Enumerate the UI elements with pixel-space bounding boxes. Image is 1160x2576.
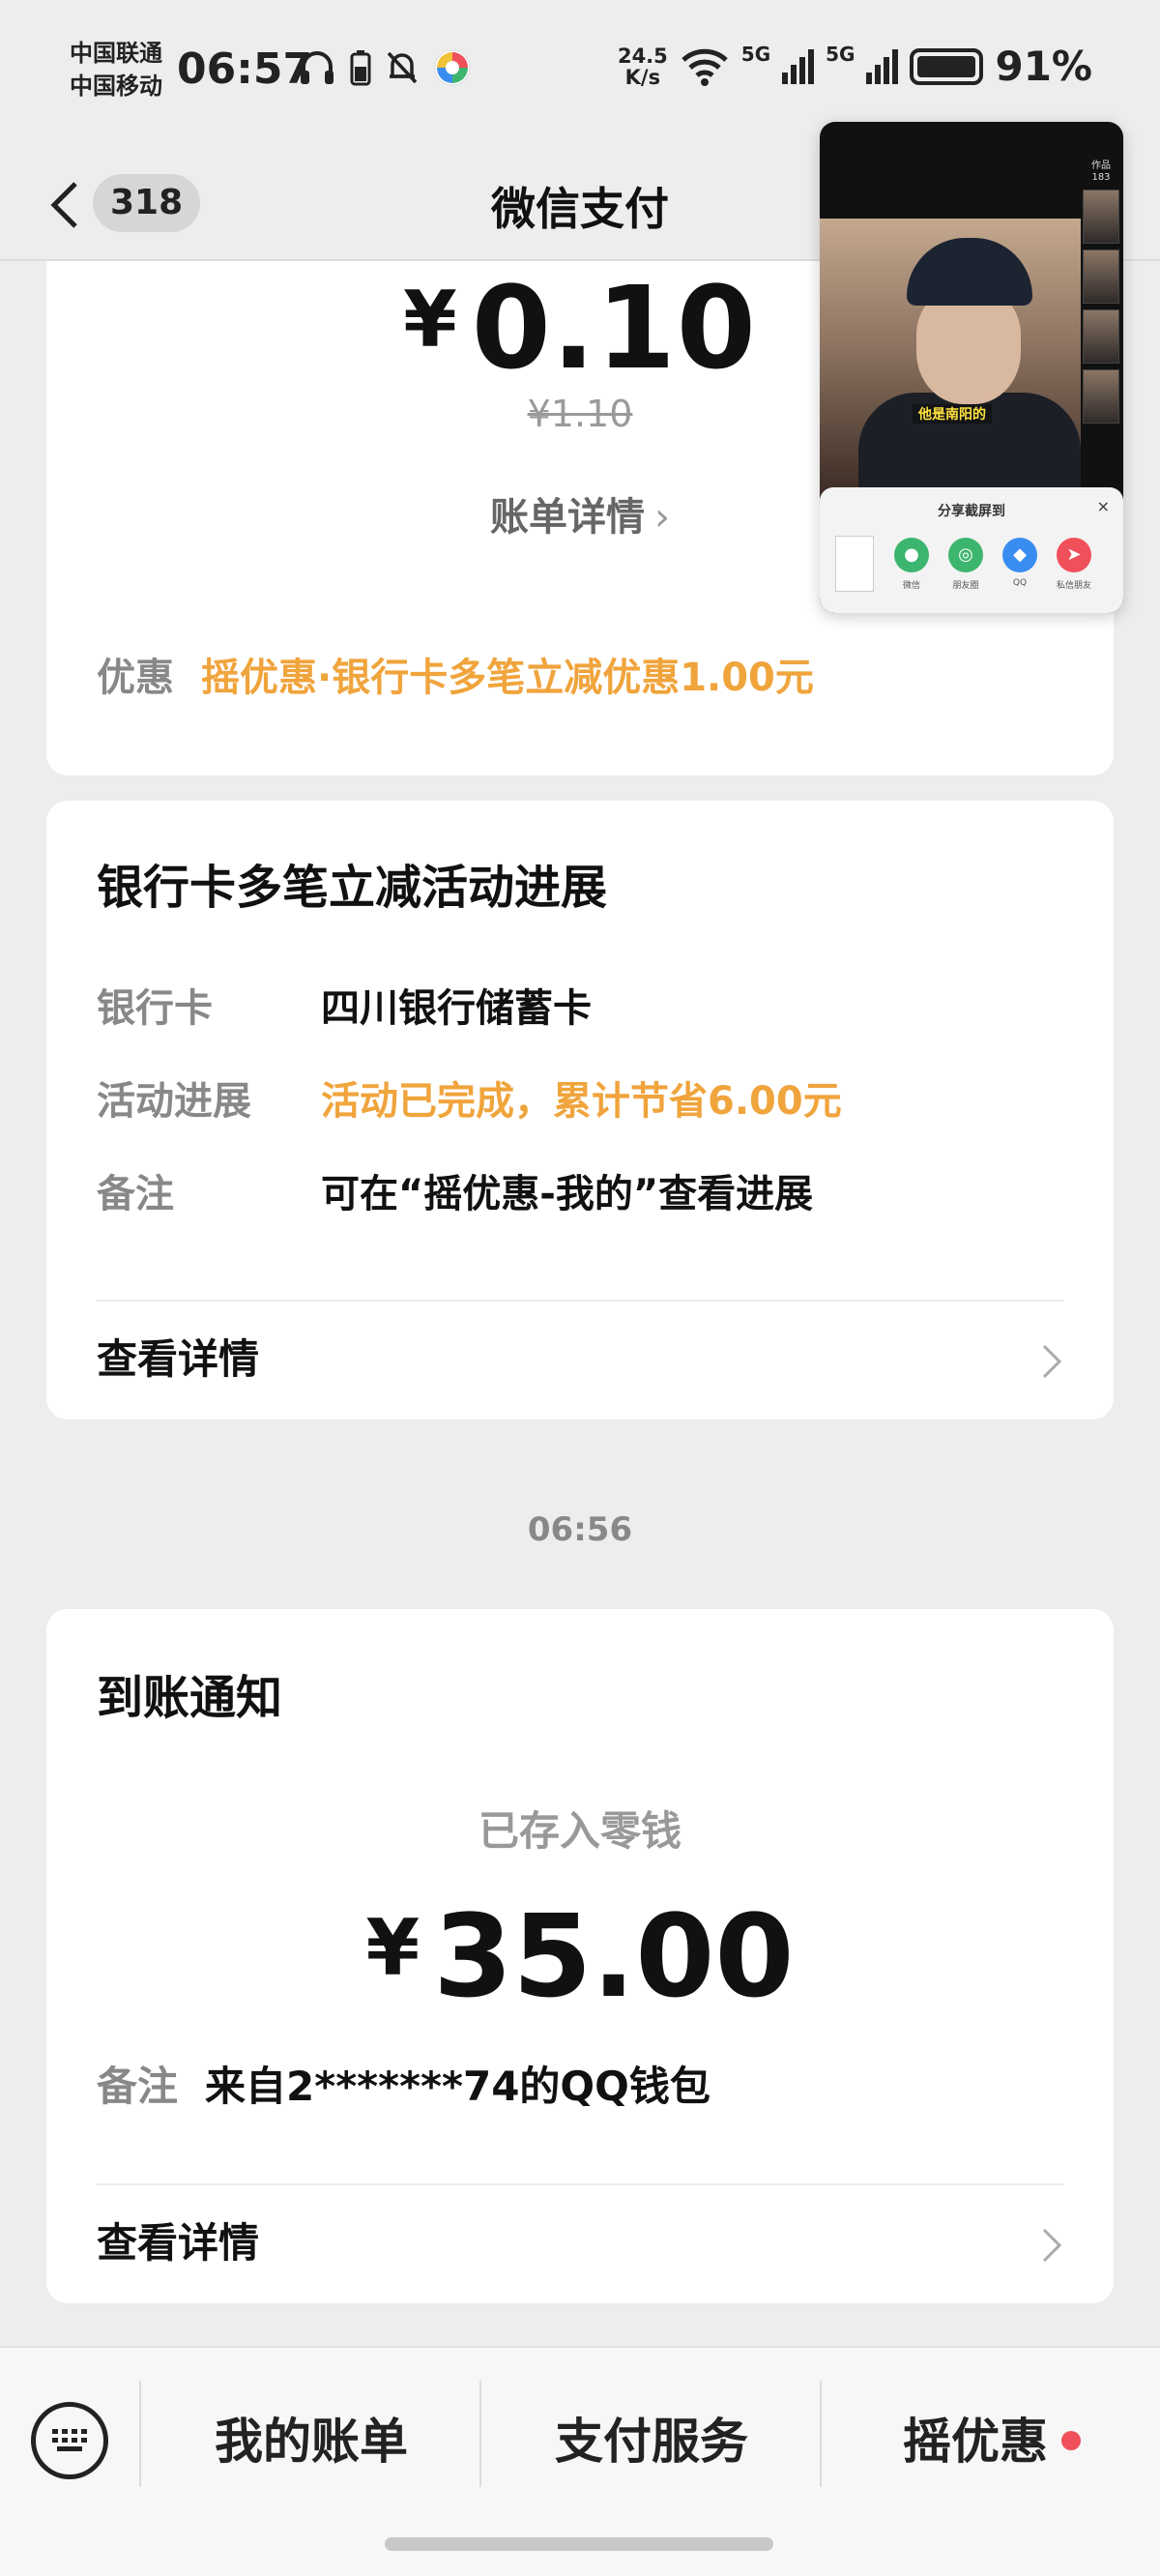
progress-label: 活动进展 [97, 1079, 251, 1124]
network-speed: 24.5 K/s [618, 45, 668, 88]
chevron-right-icon [1042, 1344, 1062, 1379]
view-details-row[interactable]: 查看详情 [97, 1321, 1063, 1398]
share-target-label: 朋友圈 [952, 581, 979, 591]
network-type-1: 5G [740, 43, 771, 66]
floating-video-window[interactable]: 他是南阳的 作品 183 分享截屏到 × ● 微信 ◎ 朋友圈 ◆ QQ ➤ 私… [820, 122, 1123, 613]
notification-dot [1061, 2431, 1081, 2450]
send-icon: ➤ [1057, 538, 1091, 572]
close-icon[interactable]: × [1097, 497, 1110, 515]
video-person-hat [907, 238, 1032, 306]
works-label: 作品 [1091, 161, 1111, 171]
keyboard-toggle-button[interactable] [31, 2402, 108, 2479]
note-row: 备注 来自2*******74的QQ钱包 [97, 2054, 710, 2113]
share-qq-button[interactable]: ◆ QQ [996, 538, 1044, 588]
note-row: 备注 可在“摇优惠-我的”查看进展 [97, 1162, 813, 1218]
view-details-label: 查看详情 [97, 1335, 260, 1383]
works-count: 183 [1091, 172, 1111, 183]
carrier-info: 中国联通 中国移动 [70, 37, 162, 102]
arrival-notice-card: 到账通知 已存入零钱 ¥35.00 备注 来自2*******74的QQ钱包 查看… [46, 1609, 1114, 2303]
video-subtitle: 他是南阳的 [913, 404, 992, 424]
share-screenshot-panel: 分享截屏到 × ● 微信 ◎ 朋友圈 ◆ QQ ➤ 私信朋友 [820, 487, 1123, 613]
deposit-status: 已存入零钱 [478, 1807, 682, 1855]
note-label: 备注 [97, 2063, 179, 2110]
video-person-face [916, 288, 1021, 404]
thumbnail[interactable] [1083, 249, 1119, 304]
menu-payment-services[interactable]: 支付服务 [481, 2398, 822, 2485]
activity-progress-card: 银行卡多笔立减活动进展 银行卡 四川银行储蓄卡 活动进展 活动已完成，累计节省6… [46, 801, 1114, 1420]
share-target-label: QQ [1012, 578, 1028, 588]
card-title: 到账通知 [97, 1671, 283, 1725]
menu-shake-discount-label: 摇优惠 [903, 2414, 1048, 2470]
currency-symbol: ¥ [403, 275, 458, 365]
moments-icon: ◎ [948, 538, 983, 572]
share-direct-message-button[interactable]: ➤ 私信朋友 [1050, 538, 1098, 591]
view-details-label: 查看详情 [97, 2219, 260, 2267]
amount-value: 0.10 [471, 261, 757, 395]
share-target-label: 微信 [902, 581, 920, 591]
speed-unit: K/s [624, 65, 661, 89]
view-details-row[interactable]: 查看详情 [97, 2205, 1063, 2282]
app-notification-icon [434, 49, 471, 86]
wechat-icon: ● [894, 538, 929, 572]
share-moments-button[interactable]: ◎ 朋友圈 [942, 538, 990, 591]
bank-card-value: 四川银行储蓄卡 [321, 986, 592, 1031]
note-label: 备注 [97, 1172, 174, 1216]
speed-value: 24.5 [617, 44, 668, 68]
bottom-menu-bar: 我的账单 支付服务 摇优惠 [0, 2346, 1160, 2576]
signal-2-icon [866, 48, 899, 84]
chevron-right-icon: › [654, 495, 670, 540]
note-value: 来自2*******74的QQ钱包 [205, 2063, 710, 2110]
divider [97, 2183, 1063, 2185]
battery-icon [910, 47, 984, 85]
share-target-label: 私信朋友 [1056, 581, 1091, 591]
discount-label: 优惠 [97, 656, 174, 700]
currency-symbol: ¥ [365, 1903, 420, 1993]
chevron-right-icon [1042, 2228, 1062, 2263]
status-time: 06:57 [177, 44, 313, 94]
progress-row: 活动进展 活动已完成，累计节省6.00元 [97, 1069, 842, 1126]
keyboard-icon [52, 2429, 87, 2451]
thumbnail[interactable] [1083, 369, 1119, 424]
headphones-icon [301, 51, 334, 84]
qq-icon: ◆ [1002, 538, 1037, 572]
divider [97, 1300, 1063, 1302]
bank-card-row: 银行卡 四川银行储蓄卡 [97, 977, 592, 1033]
bill-details-label: 账单详情 [490, 495, 645, 540]
wifi-icon [682, 48, 728, 86]
progress-value: 活动已完成，累计节省6.00元 [321, 1079, 842, 1124]
thumbnail[interactable] [1083, 190, 1119, 244]
discount-row: 优惠 摇优惠·银行卡多笔立减优惠1.00元 [97, 646, 814, 702]
video-frame[interactable]: 他是南阳的 [820, 219, 1081, 499]
menu-shake-discount[interactable]: 摇优惠 [822, 2398, 1160, 2485]
share-title: 分享截屏到 [938, 504, 1005, 519]
arrival-amount: ¥35.00 [46, 1889, 1114, 2023]
note-value: 可在“摇优惠-我的”查看进展 [321, 1172, 814, 1216]
discount-value: 摇优惠·银行卡多笔立减优惠1.00元 [201, 656, 814, 700]
mute-bell-icon [387, 51, 418, 84]
thumbnail[interactable] [1083, 309, 1119, 364]
signal-1-icon [782, 48, 815, 84]
network-type-2: 5G [826, 43, 856, 66]
menu-my-bills[interactable]: 我的账单 [141, 2398, 481, 2485]
screenshot-thumbnail[interactable] [835, 536, 874, 592]
video-thumbnails: 作品 183 [1083, 161, 1119, 424]
carrier-1: 中国联通 [70, 40, 162, 67]
card-title: 银行卡多笔立减活动进展 [97, 861, 608, 915]
small-battery-icon [350, 50, 371, 86]
amount-value: 35.00 [433, 1889, 795, 2023]
message-timestamp: 06:56 [527, 1510, 633, 1549]
home-indicator[interactable] [385, 2537, 773, 2551]
share-wechat-button[interactable]: ● 微信 [887, 538, 936, 591]
status-icons-right: 24.5 K/s 5G 5G 91% [618, 43, 1092, 90]
battery-percent: 91% [995, 43, 1092, 90]
status-icons-left [298, 48, 472, 87]
bank-card-label: 银行卡 [97, 986, 213, 1031]
carrier-2: 中国移动 [70, 73, 162, 100]
